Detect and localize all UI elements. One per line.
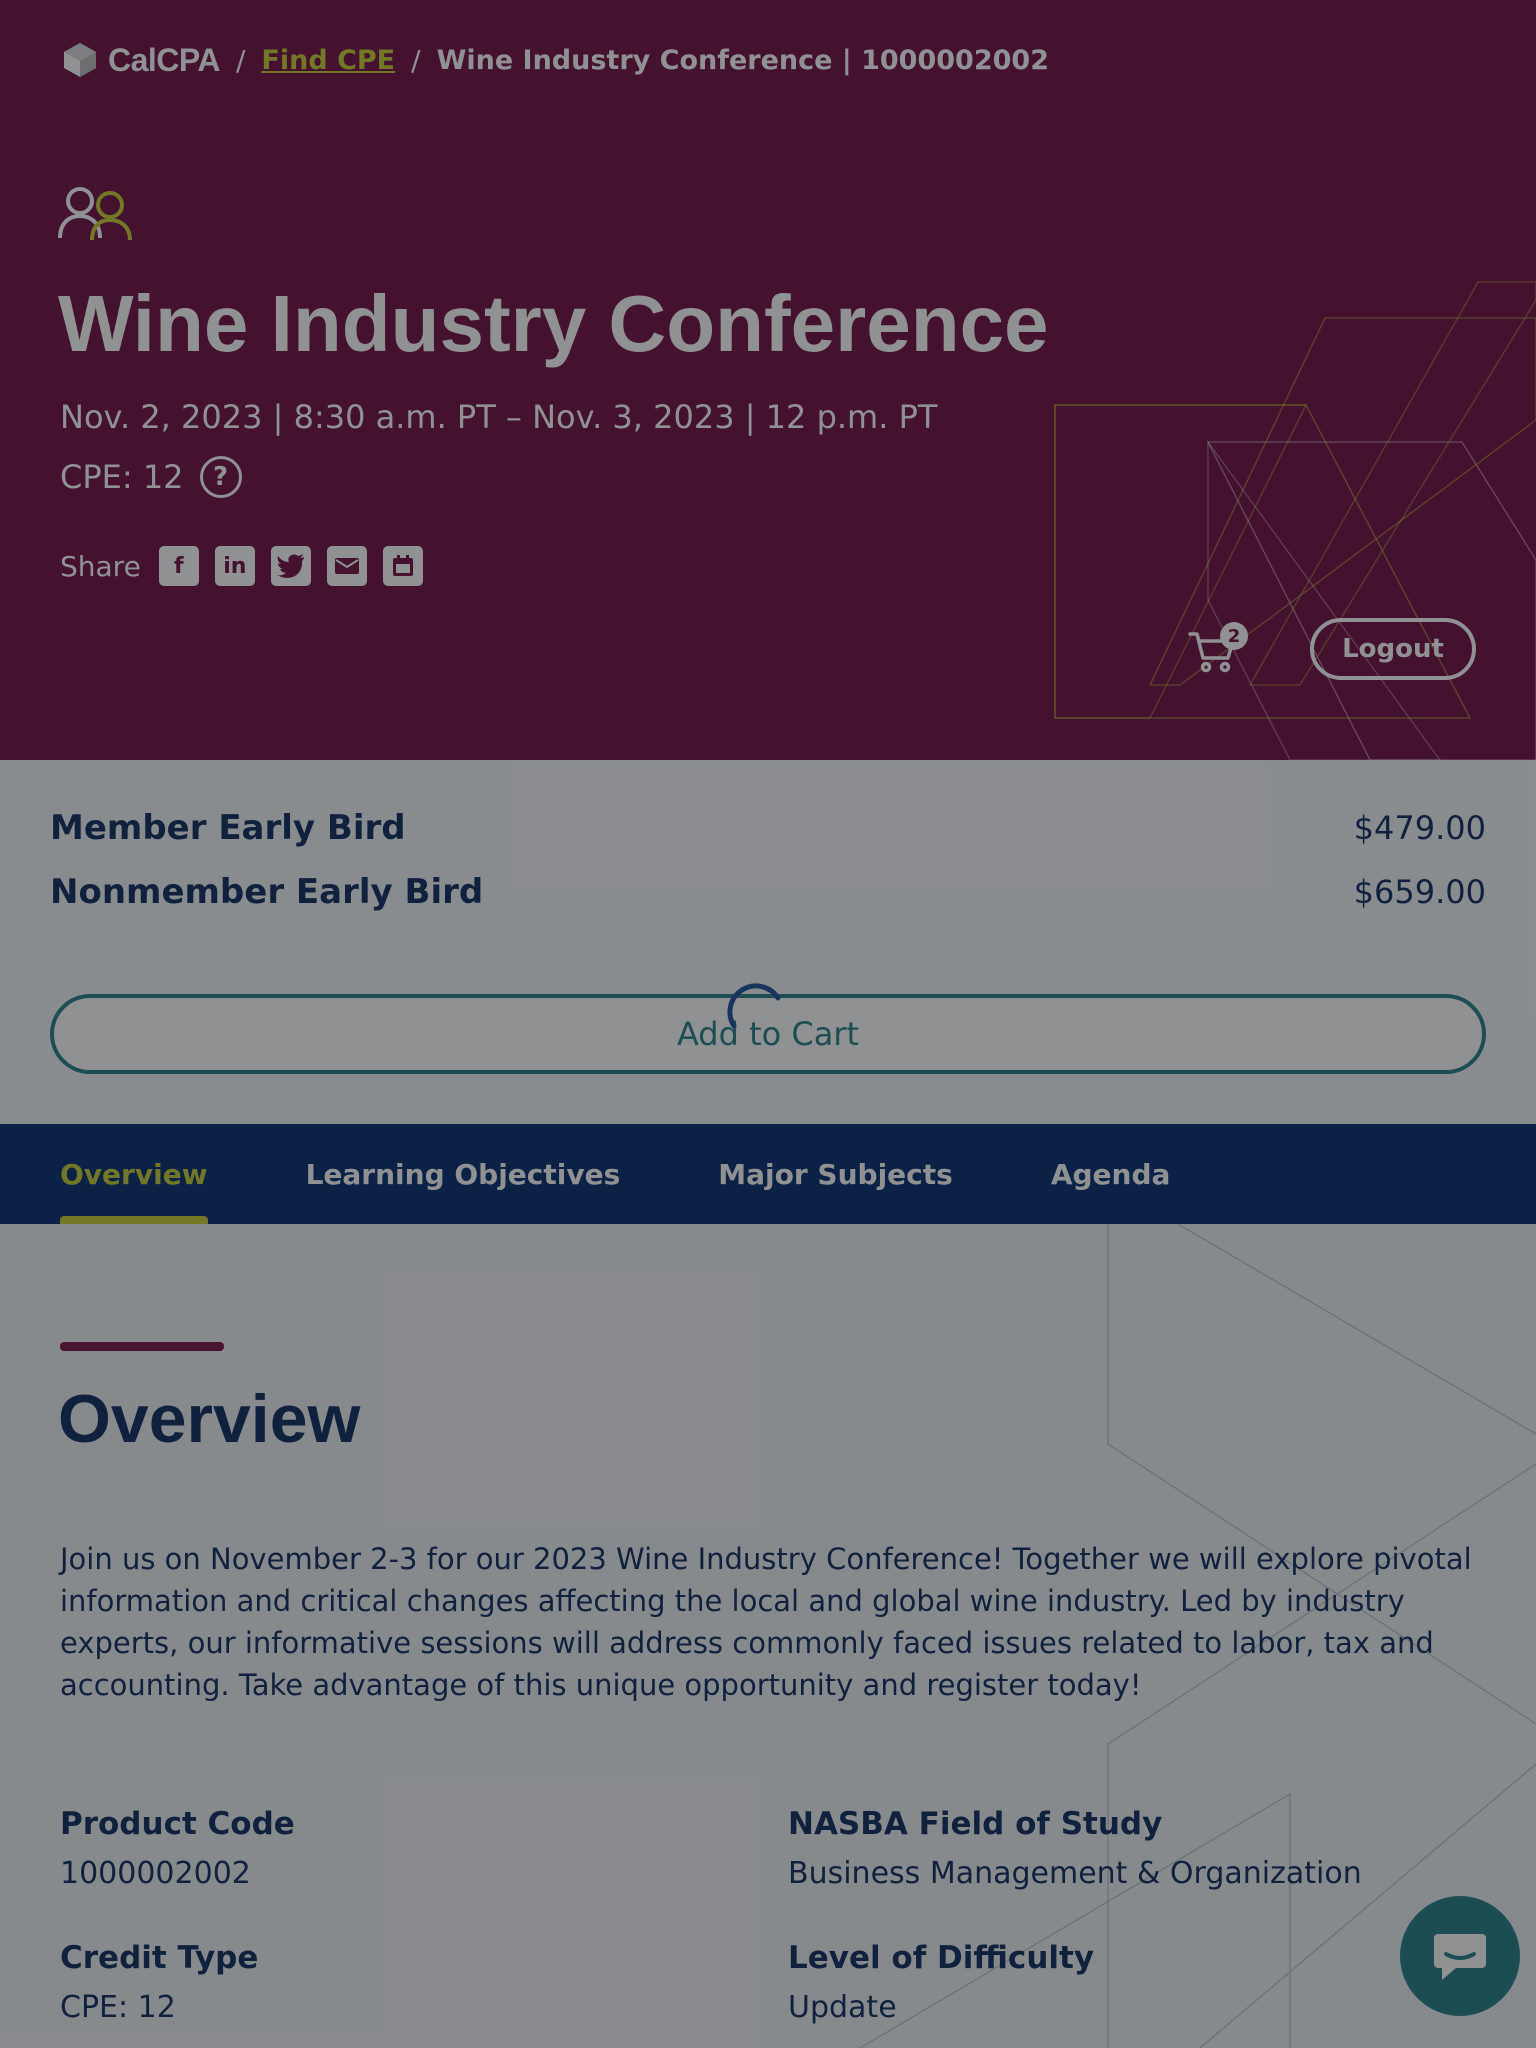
event-cpe: CPE: 12 ? [60,456,242,498]
logout-button[interactable]: Logout [1310,618,1476,680]
field-label: Level of Difficulty [788,1940,1095,1976]
price-row: Nonmember Early Bird $659.00 [50,872,1486,912]
event-hero: CalCPA / Find CPE / Wine Industry Confer… [0,0,1536,760]
loading-spinner-icon [727,983,781,1029]
breadcrumb-separator: / [235,43,246,77]
calcpa-logo-icon [64,43,96,77]
calcpa-logo[interactable]: CalCPA [60,40,220,80]
share-label: Share [60,549,141,583]
cart-count-badge: 2 [1220,622,1248,650]
share-bar: Share f in [60,546,423,586]
question-circle-icon[interactable]: ? [199,456,242,498]
linkedin-icon[interactable]: in [214,546,255,586]
field-value: Business Management & Organization [788,1856,1362,1891]
section-accent-bar [60,1342,224,1351]
field-value: CPE: 12 [60,1990,176,2025]
price-row: Member Early Bird $479.00 [50,808,1486,848]
price-name: Nonmember Early Bird [50,872,484,912]
chat-button[interactable] [1400,1896,1520,2016]
calcpa-logo-text: CalCPA [108,41,220,78]
event-title: Wine Industry Conference [58,279,1049,368]
email-icon[interactable] [326,546,367,586]
field-of-study-field: NASBA Field of Study Business Management… [788,1806,1362,1891]
product-code-field: Product Code 1000002002 [60,1806,295,1891]
cpe-credits: CPE: 12 [60,458,184,496]
chat-bubble-icon [1434,1934,1486,1980]
tab-overview[interactable]: Overview [60,1124,208,1224]
difficulty-field: Level of Difficulty Update [788,1940,1094,2025]
event-date: Nov. 2, 2023 | 8:30 a.m. PT – Nov. 3, 20… [60,398,938,436]
hero-decorative-lines [1054,281,1536,760]
price-value: $659.00 [1353,873,1486,911]
breadcrumb-find-cpe-link[interactable]: Find CPE [261,45,395,76]
field-value: 1000002002 [60,1856,251,1891]
field-label: NASBA Field of Study [788,1806,1163,1842]
tab-major-subjects[interactable]: Major Subjects [718,1124,953,1224]
tab-agenda[interactable]: Agenda [1051,1124,1171,1224]
calendar-icon[interactable] [382,546,423,586]
breadcrumb-current: Wine Industry Conference | 1000002002 [436,44,1049,76]
breadcrumb: CalCPA / Find CPE / Wine Industry Confer… [60,38,1049,82]
facebook-icon[interactable]: f [158,546,199,586]
field-value: Update [788,1990,897,2025]
price-name: Member Early Bird [50,808,406,848]
field-label: Product Code [60,1806,295,1842]
overview-description: Join us on November 2-3 for our 2023 Win… [60,1542,1472,1702]
overview-heading: Overview [58,1381,361,1457]
people-icon [58,187,132,240]
overview-section: Overview Join us on November 2-3 for our… [0,1224,1536,2048]
twitter-icon[interactable] [270,546,311,586]
credit-type-field: Credit Type CPE: 12 [60,1940,258,2025]
price-value: $479.00 [1353,809,1486,847]
cart-button[interactable]: 2 [1188,622,1250,674]
breadcrumb-separator: / [411,43,421,77]
section-tabs: Overview Learning Objectives Major Subje… [0,1124,1536,1224]
field-label: Credit Type [60,1940,259,1976]
tab-learning-objectives[interactable]: Learning Objectives [306,1124,621,1224]
